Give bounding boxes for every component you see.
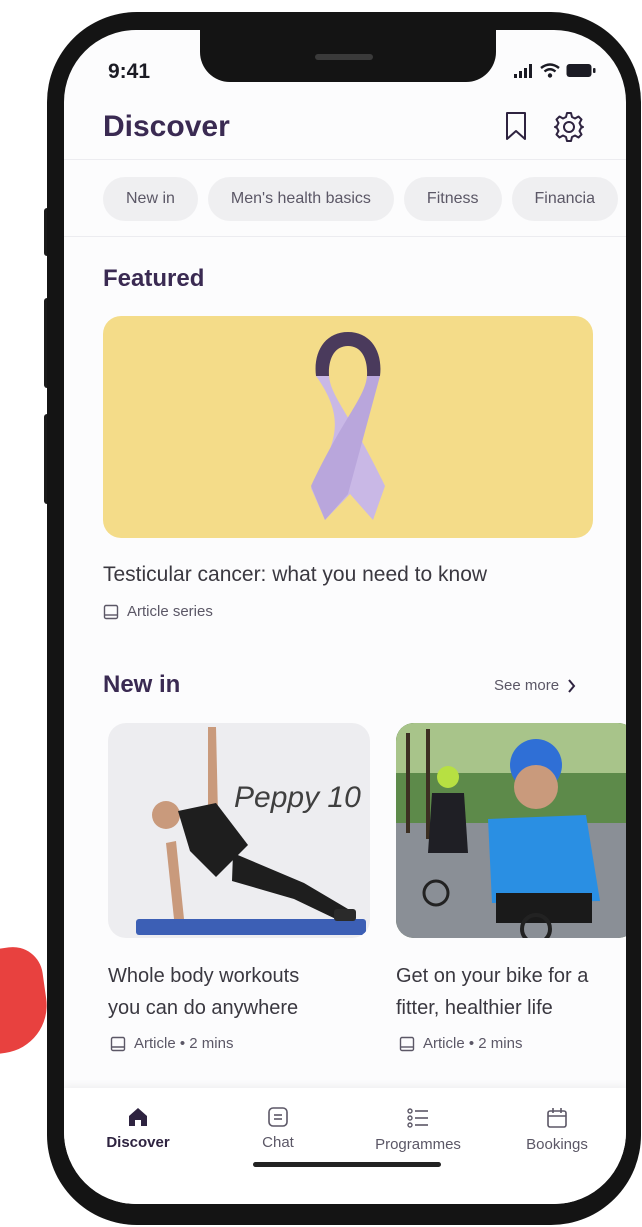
bookmark-icon[interactable] (504, 111, 528, 141)
chat-icon (268, 1107, 288, 1127)
tab-bookings[interactable]: Bookings (507, 1106, 607, 1153)
chip-financial[interactable]: Financia (511, 177, 618, 221)
gear-icon[interactable] (553, 111, 585, 143)
decorative-red-shape (0, 943, 53, 1057)
chip-mens-health-basics[interactable]: Men's health basics (207, 177, 394, 221)
tab-programmes-label: Programmes (375, 1136, 461, 1153)
home-icon (129, 1108, 147, 1126)
header-divider (64, 159, 626, 160)
featured-title: Featured (103, 265, 205, 292)
cycling-card-meta-label: Article • 2 mins (423, 1035, 523, 1052)
workout-card-meta-label: Article • 2 mins (134, 1035, 234, 1052)
featured-card[interactable] (103, 316, 593, 538)
see-more-label: See more (494, 677, 560, 694)
signal-icon (514, 63, 532, 78)
workout-card-title[interactable]: Whole body workouts you can do anywhere (108, 960, 408, 1024)
cycling-card-title-line1: Get on your bike for a (396, 965, 589, 987)
book-icon (399, 1036, 415, 1051)
page-title: Discover (103, 110, 230, 143)
chip-fitness[interactable]: Fitness (403, 177, 502, 221)
cycling-illustration (396, 723, 626, 938)
see-more-link[interactable]: See more (494, 677, 576, 694)
calendar-icon (547, 1108, 567, 1128)
cycling-card-title[interactable]: Get on your bike for a fitter, healthier… (396, 960, 626, 1024)
workout-card-image[interactable]: Peppy 10 (108, 723, 370, 938)
workout-card-title-line1: Whole body workouts (108, 965, 300, 987)
cycling-card-image[interactable] (396, 723, 626, 938)
app-screen: 9:41 Discover New in Men's health basics… (64, 30, 626, 1204)
tab-chat[interactable]: Chat (228, 1106, 328, 1151)
tab-bar: Discover Chat Programmes Bookings (64, 1088, 626, 1204)
new-in-title: New in (103, 671, 181, 698)
status-time: 9:41 (108, 60, 151, 83)
workout-card-title-line2: you can do anywhere (108, 997, 299, 1019)
wifi-icon (540, 63, 560, 78)
cycling-card-title-line2: fitter, healthier life (396, 997, 553, 1019)
book-icon (110, 1036, 126, 1051)
tab-programmes[interactable]: Programmes (368, 1106, 468, 1153)
book-icon (103, 604, 119, 619)
tab-discover[interactable]: Discover (88, 1106, 188, 1151)
status-icons (514, 63, 596, 78)
speaker (315, 54, 373, 60)
awareness-ribbon-image (311, 332, 385, 520)
chevron-right-icon (568, 678, 576, 693)
tab-discover-label: Discover (106, 1134, 170, 1151)
home-indicator[interactable] (253, 1162, 441, 1167)
workout-card-meta: Article • 2 mins (110, 1035, 233, 1052)
tab-bookings-label: Bookings (526, 1136, 588, 1153)
category-chips: New in Men's health basics Fitness Finan… (103, 177, 618, 221)
list-icon (407, 1108, 428, 1128)
workout-illustration: Peppy 10 (136, 727, 366, 935)
battery-icon (566, 64, 596, 77)
chips-divider (64, 236, 626, 237)
cycling-card-meta: Article • 2 mins (399, 1035, 522, 1052)
image-text: Peppy 10 (234, 781, 361, 814)
tab-chat-label: Chat (262, 1134, 294, 1151)
featured-meta: Article series (103, 603, 213, 620)
chip-new-in[interactable]: New in (103, 177, 198, 221)
featured-meta-label: Article series (127, 603, 213, 620)
featured-card-title[interactable]: Testicular cancer: what you need to know (103, 563, 487, 587)
